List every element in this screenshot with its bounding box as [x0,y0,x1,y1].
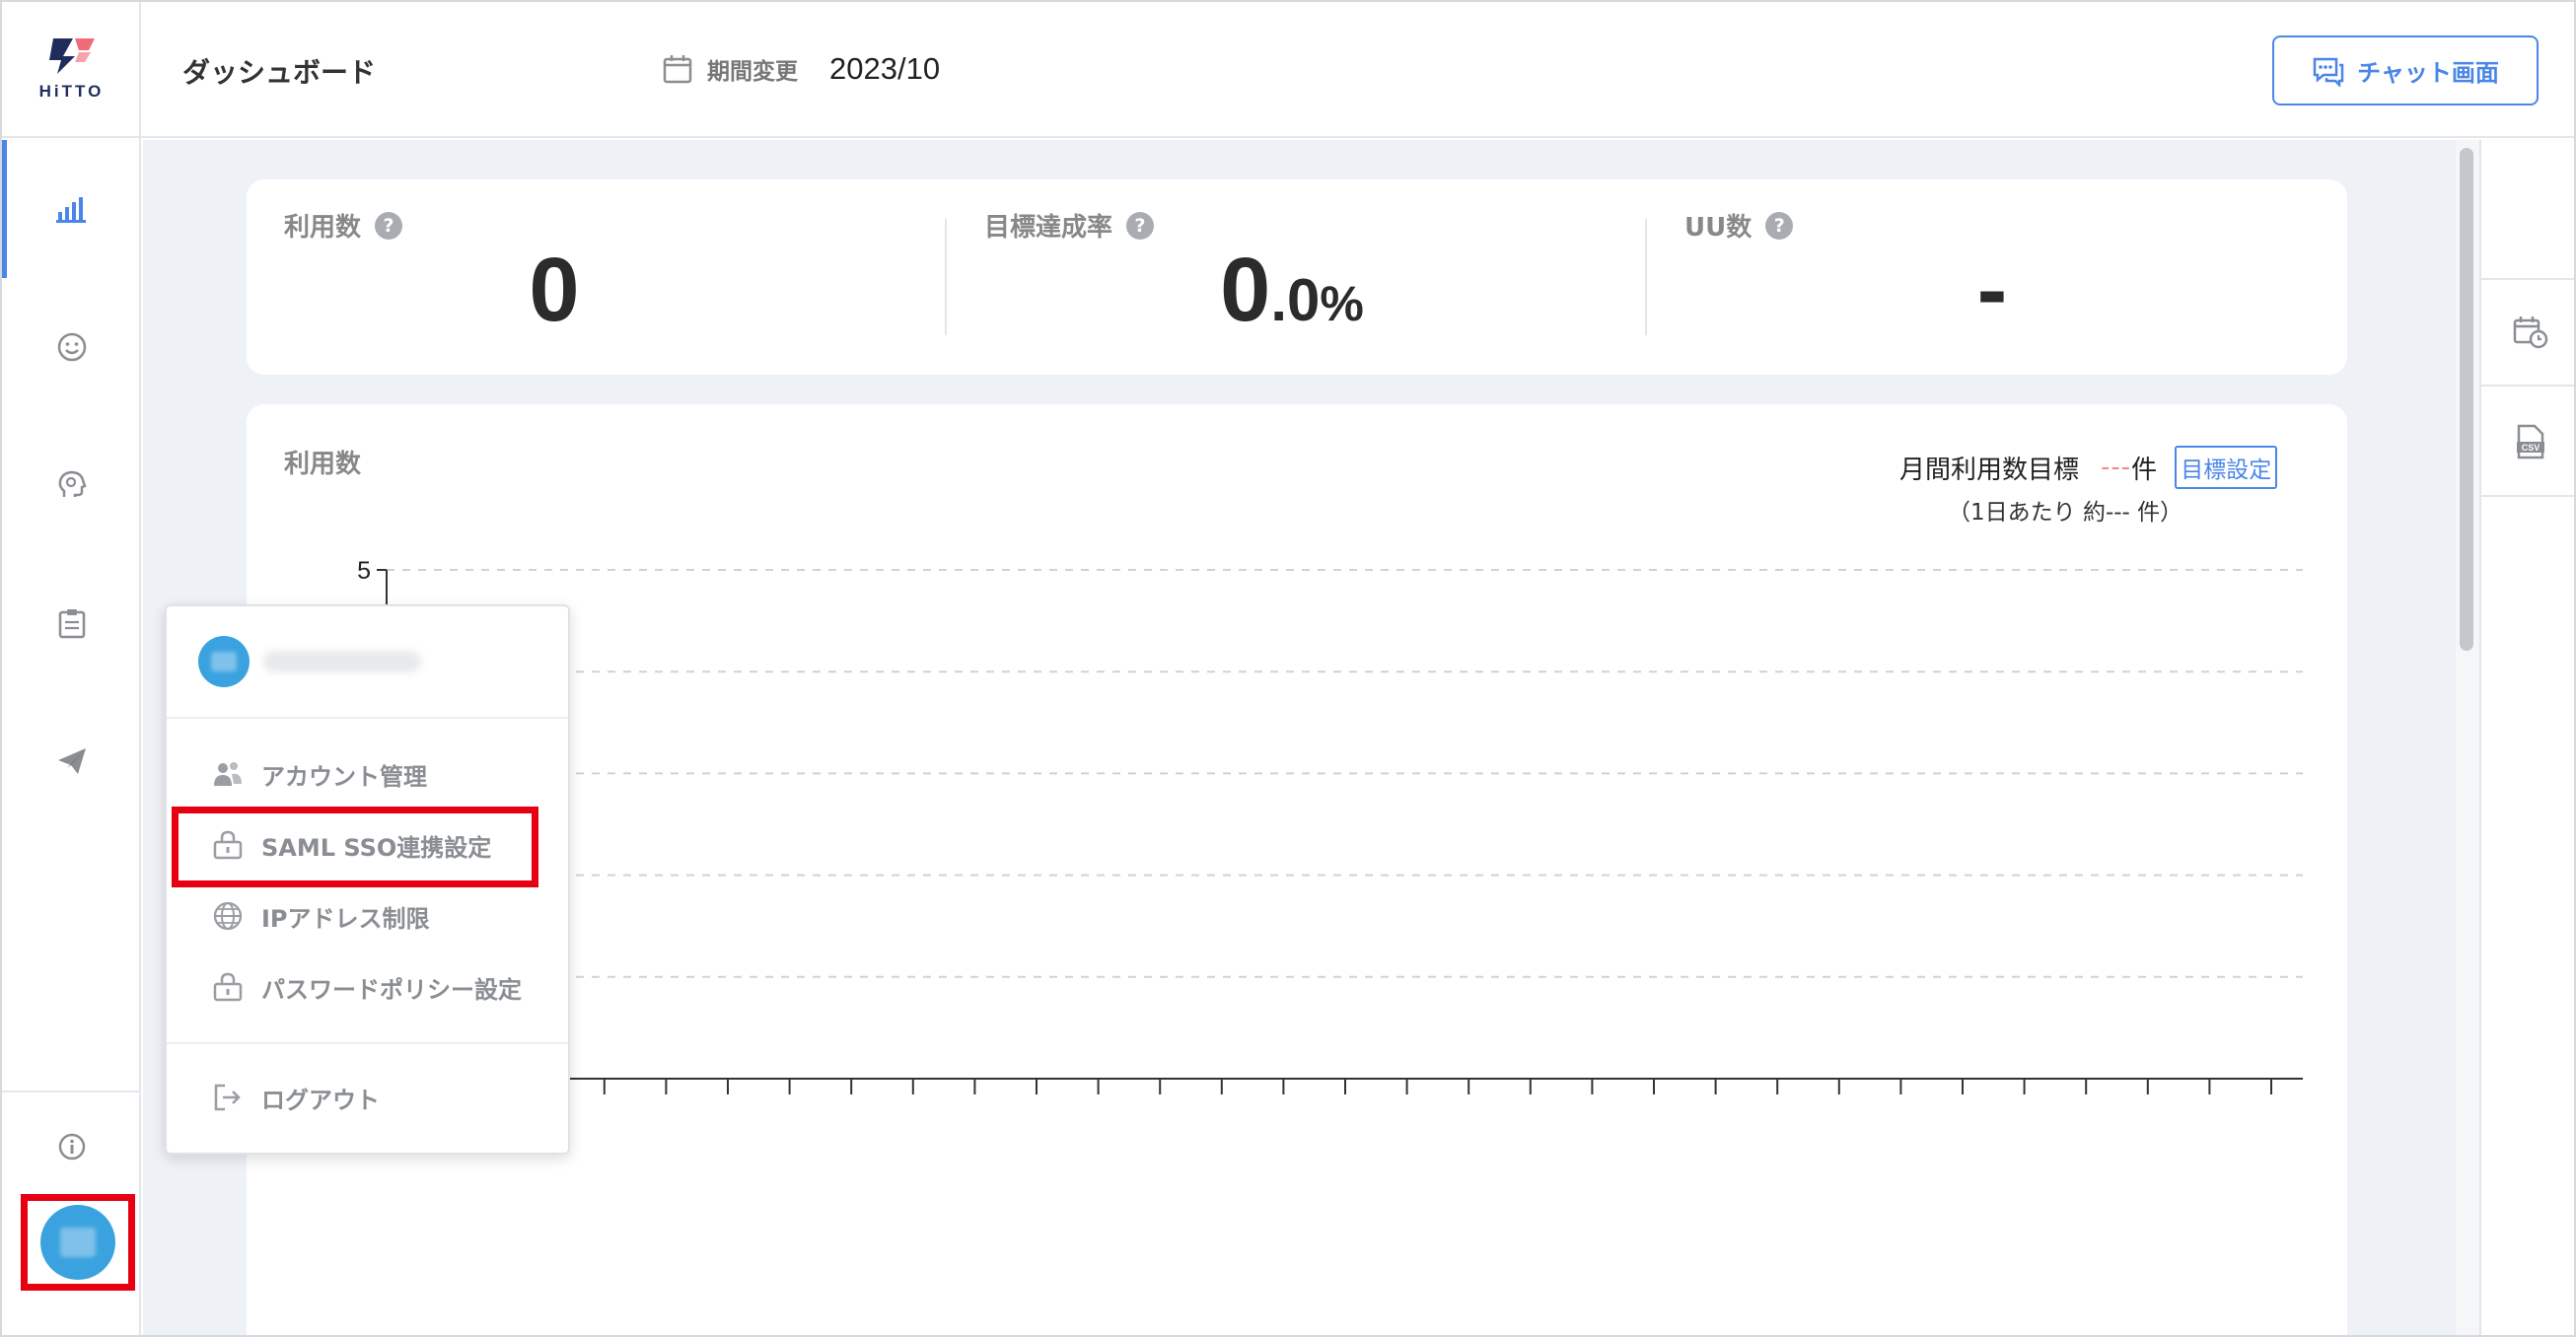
sidebar-item-dashboard[interactable] [2,140,141,278]
stat-achievement-rate: 目標達成率 ? 0.0% [947,179,1637,375]
app-window: HiTTO ダッシュボード 期間変更 2023/10 チャット画面 利用数 ? … [0,0,2576,1337]
rate-main: 0 [1220,240,1271,340]
highlight-annotation-saml [172,807,538,887]
send-icon [57,748,86,774]
sidebar: HiTTO [2,2,141,1335]
menu-divider [167,1042,568,1044]
logout-label: ログアウト [261,1086,380,1114]
page-title: ダッシュボード [182,56,377,89]
popup-user-header [167,606,568,719]
target-unit: 件 [2131,455,2158,485]
users-icon [214,762,242,786]
period-selector[interactable]: 期間変更 2023/10 [662,51,940,87]
header: ダッシュボード 期間変更 2023/10 チャット画面 [141,2,2574,138]
target-value: --- [2101,453,2132,482]
avatar [40,1205,115,1280]
lock-icon [213,972,243,1002]
chart-title: 利用数 [284,450,362,479]
chat-screen-button-label: チャット画面 [2357,59,2499,87]
rate-decimal: .0 [1270,267,1321,333]
menu-item-password-policy[interactable]: パスワードポリシー設定 [167,951,568,1022]
menu-item-label: アカウント管理 [261,762,427,791]
period-value: 2023/10 [829,51,941,86]
avatar-image [60,1228,96,1257]
calendar-icon [663,55,692,84]
chat-screen-button[interactable]: チャット画面 [2272,35,2539,106]
logo-text: HiTTO [38,82,105,101]
csv-download-icon: CSV [2517,424,2544,459]
chat-icon [2313,57,2344,87]
logout-icon [214,1084,241,1111]
csv-download-button[interactable]: CSV [2481,388,2574,497]
smiley-icon [57,332,86,362]
logo-mark-icon [48,38,95,74]
username-redacted [263,651,421,672]
user-avatar-button[interactable] [21,1194,135,1291]
help-icon[interactable]: ? [1765,211,1794,240]
scrollbar-thumb[interactable] [2460,148,2473,651]
globe-icon [213,901,243,931]
help-icon[interactable]: ? [1126,211,1155,240]
target-daily: （1日あたり 約--- 件） [1948,500,2183,526]
stat-usage: 利用数 ? 0 [247,179,937,375]
stat-unique-users-value: - [1976,240,2008,340]
sidebar-item-messages[interactable] [2,692,141,830]
menu-item-label: IPアドレス制限 [261,904,430,933]
help-icon[interactable]: ? [375,211,403,240]
head-gear-icon [58,470,87,497]
sidebar-item-learning[interactable] [2,416,141,554]
stat-unique-users: UU数 ? - [1647,179,2337,375]
stat-usage-value: 0 [529,240,580,340]
menu-item-logout[interactable]: ログアウト [167,1062,568,1133]
y-tick-label: 5 [357,557,371,585]
right-rail: CSV [2479,140,2574,1335]
info-icon [58,1133,85,1161]
sidebar-item-feedback[interactable] [2,278,141,416]
menu-item-label: パスワードポリシー設定 [261,975,522,1004]
bar-chart-icon [55,197,86,223]
sidebar-item-reports[interactable] [2,554,141,692]
rate-unit: % [1320,276,1364,331]
stats-card: 利用数 ? 0 目標達成率 ? 0.0% UU数 ? - [247,179,2347,375]
clipboard-icon [58,609,85,639]
sidebar-item-info[interactable] [2,1092,141,1201]
stat-achievement-rate-value: 0.0% [947,239,1637,342]
target-settings-button[interactable]: 目標設定 [2175,446,2278,489]
schedule-button[interactable] [2481,278,2574,387]
period-label: 期間変更 [707,59,798,85]
menu-item-account-management[interactable]: アカウント管理 [167,739,568,809]
calendar-clock-icon [2513,317,2548,349]
monthly-target: 月間利用数目標 --- 件 目標設定 [1899,446,2278,489]
menu-item-ip-restriction[interactable]: IPアドレス制限 [167,880,568,951]
avatar [198,636,250,687]
target-label: 月間利用数目標 [1899,455,2080,485]
svg-text:CSV: CSV [2522,443,2540,453]
logo[interactable]: HiTTO [2,2,141,138]
